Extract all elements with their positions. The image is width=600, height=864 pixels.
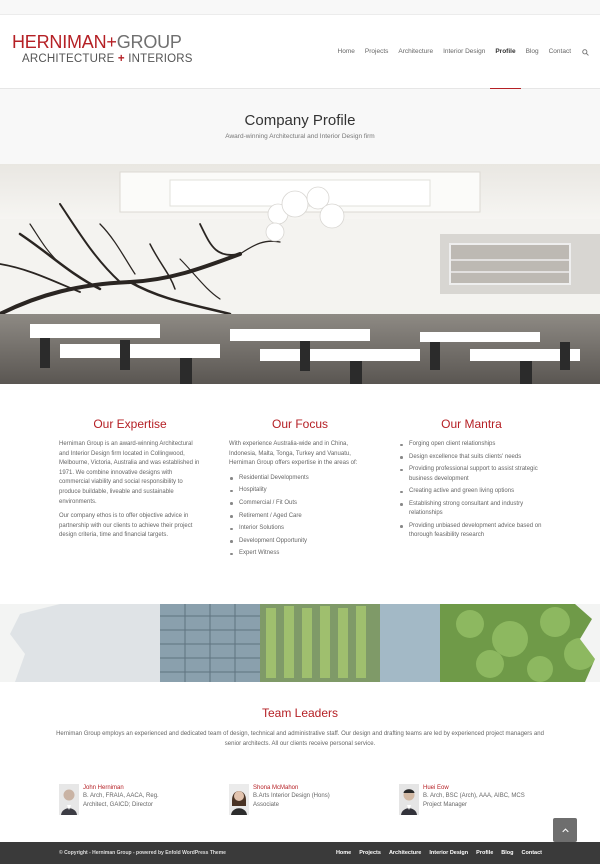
list-item: Retirement / Aged Care: [229, 512, 371, 521]
member-name[interactable]: Shona McMahon: [253, 784, 379, 792]
list-item: Creating active and green living options: [399, 487, 544, 496]
list-item: Expert Witness: [229, 549, 371, 558]
footer-nav-projects[interactable]: Projects: [359, 850, 381, 856]
nav-interior-design[interactable]: Interior Design: [438, 15, 490, 89]
team-member-card: Shona McMahon B.Arts Interior Design (Ho…: [229, 784, 379, 818]
footer-nav-architecture[interactable]: Architecture: [389, 850, 421, 856]
copyright-text: © Copyright - Herniman Group - powered b…: [59, 850, 226, 856]
footer-nav: Home Projects Architecture Interior Desi…: [328, 842, 542, 864]
focus-list: Residential Developments Hospitality Com…: [229, 474, 371, 559]
site-logo[interactable]: HERNIMAN+GROUP ARCHITECTURE + INTERIORS: [12, 32, 192, 69]
team-leaders-section: Team Leaders Herniman Group employs an e…: [0, 682, 600, 842]
nav-blog[interactable]: Blog: [521, 15, 544, 89]
logo-plus: +: [106, 32, 117, 52]
member-role: Architect, GAICD; Director: [83, 802, 154, 809]
list-item: Providing unbiased development advice ba…: [399, 522, 544, 541]
member-role: B. Arch, FRAIA, AACA, Reg.: [83, 793, 159, 799]
avatar: [399, 784, 419, 815]
team-heading: Team Leaders: [261, 706, 339, 720]
column-focus: Our Focus With experience Australia-wide…: [229, 384, 371, 562]
logo-plus-small: +: [117, 53, 125, 65]
hero-restaurant-image: [0, 164, 600, 384]
list-item: Commercial / Fit Outs: [229, 499, 371, 508]
list-item: Forging open client relationships: [399, 440, 544, 449]
list-item: Residential Developments: [229, 474, 371, 483]
profile-columns: Our Expertise Herniman Group is an award…: [0, 384, 600, 604]
nav-contact[interactable]: Contact: [544, 15, 576, 89]
expertise-heading: Our Expertise: [93, 417, 167, 431]
avatar: [59, 784, 79, 815]
focus-heading: Our Focus: [271, 417, 328, 431]
search-icon[interactable]: [578, 15, 592, 89]
footer-nav-interior-design[interactable]: Interior Design: [429, 850, 468, 856]
member-role: Project Manager: [423, 802, 468, 809]
footer-nav-home[interactable]: Home: [336, 850, 351, 856]
top-utility-bar: [0, 0, 600, 15]
team-intro: Herniman Group employs an experienced an…: [56, 731, 544, 747]
team-member-card: John Herniman B. Arch, FRAIA, AACA, Reg.…: [59, 784, 209, 818]
column-expertise: Our Expertise Herniman Group is an award…: [59, 384, 201, 546]
list-item: Development Opportunity: [229, 537, 371, 546]
green-facade-banner-image: [0, 604, 600, 682]
footer-nav-blog[interactable]: Blog: [501, 850, 513, 856]
list-item: Providing professional support to assist…: [399, 465, 544, 484]
logo-word-herniman: HERNIMAN: [12, 32, 107, 52]
member-role: Associate: [253, 802, 280, 809]
scroll-to-top-button[interactable]: [553, 818, 577, 842]
logo-word-interiors: INTERIORS: [128, 53, 193, 65]
member-role: B. Arch, BSC (Arch), AAA, AIBC, MCS: [423, 793, 525, 799]
chevron-up-icon: [561, 827, 569, 832]
expertise-paragraph-1: Herniman Group is an award-winning Archi…: [59, 441, 200, 505]
list-item: Hospitality: [229, 486, 371, 495]
focus-intro: With experience Australia-wide and in Ch…: [229, 441, 358, 467]
list-item: Interior Solutions: [229, 524, 371, 533]
page-title: Company Profile: [244, 112, 356, 129]
site-footer: © Copyright - Herniman Group - powered b…: [0, 842, 600, 864]
list-item: Establishing strong consultant and indus…: [399, 500, 544, 519]
mantra-list: Forging open client relationships Design…: [399, 440, 544, 541]
main-nav: Home Projects Architecture Interior Desi…: [333, 15, 592, 89]
nav-projects[interactable]: Projects: [360, 15, 393, 89]
mantra-heading: Our Mantra: [441, 417, 502, 431]
nav-home[interactable]: Home: [333, 15, 360, 89]
logo-word-group: GROUP: [116, 32, 182, 52]
member-name[interactable]: Huei Eow: [423, 784, 549, 792]
member-name[interactable]: John Herniman: [83, 784, 209, 792]
column-mantra: Our Mantra Forging open client relations…: [399, 384, 544, 544]
page-title-bar: Company Profile Award-winning Architectu…: [0, 89, 600, 164]
logo-word-architecture: ARCHITECTURE: [22, 53, 115, 65]
expertise-paragraph-2: Our company ethos is to offer objective …: [59, 513, 193, 539]
list-item: Design excellence that suits clients' ne…: [399, 453, 544, 462]
avatar: [229, 784, 249, 815]
site-header: HERNIMAN+GROUP ARCHITECTURE + INTERIORS …: [0, 15, 600, 89]
member-role: B.Arts Interior Design (Hons): [253, 793, 330, 799]
footer-nav-profile[interactable]: Profile: [476, 850, 493, 856]
nav-architecture[interactable]: Architecture: [393, 15, 438, 89]
nav-profile[interactable]: Profile: [490, 15, 521, 89]
team-member-card: Huei Eow B. Arch, BSC (Arch), AAA, AIBC,…: [399, 784, 549, 818]
page-subtitle: Award-winning Architectural and Interior…: [225, 133, 375, 140]
footer-nav-contact[interactable]: Contact: [522, 850, 542, 856]
